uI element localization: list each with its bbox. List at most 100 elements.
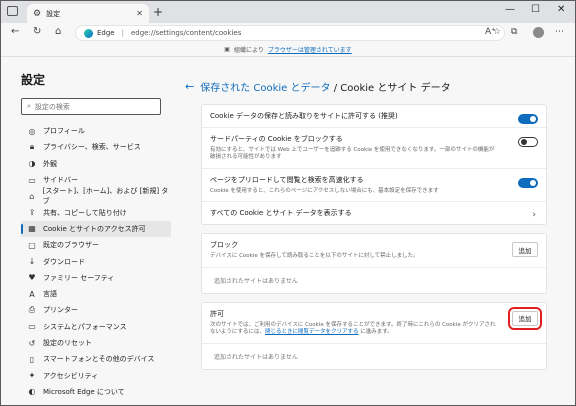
back-arrow-icon[interactable]: ← [185, 80, 194, 93]
sidebar-item-label: システムとパフォーマンス [43, 322, 127, 331]
setting-allow-cookies: Cookie データの保存と読み取りをサイトに許可する (推奨) [202, 105, 546, 128]
settings-sidebar: 設定 ⌕ 設定の検索 ◎ プロフィール 🔒︎ プライバシー、検索、サービス ◑ 外観 … [21, 71, 171, 400]
sidebar-item-reset[interactable]: ↺ 設定のリセット [21, 335, 171, 351]
sidebar-item-privacy[interactable]: 🔒︎ プライバシー、検索、サービス [21, 139, 171, 155]
setting-see-all-cookies[interactable]: すべての Cookie とサイト データを表示する › [202, 202, 546, 224]
sidebar-item-appearance[interactable]: ◑ 外観 [21, 156, 171, 172]
tab-title: 設定 [46, 9, 61, 18]
sidebar-item-label: プライバシー、検索、サービス [43, 143, 141, 152]
sidebar-item-about[interactable]: ◐ Microsoft Edge について [21, 384, 171, 400]
back-icon[interactable]: ← [11, 26, 19, 37]
tab-actions-icon[interactable] [7, 6, 18, 16]
avatar[interactable] [533, 27, 544, 38]
sidebar-item-label: 既定のブラウザー [43, 241, 99, 250]
managed-link[interactable]: ブラウザーは管理されています [268, 45, 352, 54]
breadcrumb-separator: / [330, 83, 341, 94]
address-bar[interactable]: Edge | edge://settings/content/cookies [75, 25, 505, 41]
block-desc: デバイスに Cookie を保存して読み取ることを以下のサイトに対して禁止しまし… [210, 253, 419, 260]
address-brand: Edge [97, 29, 115, 37]
block-empty-text: 追加されたサイトはありません [214, 277, 298, 285]
sidebar-item-start-home[interactable]: ⌂ [スタート]、[ホーム]、および [新規] タブ [21, 187, 171, 206]
setting-desc: 有効にすると、サイトでは Web 上でユーザーを追跡する Cookie を使用で… [210, 147, 495, 161]
managed-prefix: 組織により [233, 47, 264, 54]
sidebar-icon: ▭ [28, 175, 36, 185]
cookie-settings-card: Cookie データの保存と読み取りをサイトに許可する (推奨) サードパーティ… [201, 104, 547, 226]
setting-title: サードパーティの Cookie をブロックする [210, 135, 343, 143]
address-separator: | [121, 29, 124, 37]
sidebar-item-label: ダウンロード [43, 257, 85, 266]
allow-title: 許可 [210, 309, 224, 318]
allow-desc: 次のサイトでは、ご利用のデバイスに Cookie を保存することができます。終了… [210, 322, 538, 337]
allow-cookies-toggle[interactable] [518, 114, 538, 124]
reset-icon: ↺ [28, 338, 36, 348]
setting-preload: ページをプリロードして閲覧と検索を高速化する Cookie を使用すると、これら… [202, 169, 546, 203]
allow-card: 許可 次のサイトでは、ご利用のデバイスに Cookie を保存することができます… [201, 301, 547, 370]
sidebar-item-family[interactable]: ♥ ファミリー セーフティ [21, 270, 171, 286]
setting-block-third-party: サードパーティの Cookie をブロックする 有効にすると、サイトでは Web… [202, 128, 546, 169]
block-third-party-toggle[interactable] [518, 137, 538, 147]
setting-desc: Cookie を使用すると、これらのページにアクセスしない場合にも、基本設定を保… [210, 187, 439, 194]
appearance-icon: ◑ [28, 159, 36, 169]
search-input[interactable]: ⌕ 設定の検索 [21, 98, 161, 115]
sidebar-item-profile[interactable]: ◎ プロフィール [21, 123, 171, 139]
sidebar-item-system[interactable]: ▭ システムとパフォーマンス [21, 319, 171, 335]
sidebar-item-cookies[interactable]: ▦ Cookie とサイトのアクセス許可 [21, 220, 171, 238]
minimize-icon[interactable]: — [505, 4, 515, 15]
download-icon: ↓ [28, 257, 36, 267]
share-icon: ⇪ [28, 208, 36, 218]
allow-header: 許可 次のサイトでは、ご利用のデバイスに Cookie を保存することができます… [202, 303, 546, 344]
browser-window: ⚙ 設定 ✕ + — ☐ ✕ ← ↻ ⌂ Edge | edge://setti… [0, 0, 576, 406]
collections-icon[interactable]: ⧉ [511, 27, 517, 37]
setting-title: すべての Cookie とサイト データを表示する [210, 209, 352, 218]
sidebar-item-label: プロフィール [43, 127, 85, 136]
sidebar-item-default-browser[interactable]: ▢ 既定のブラウザー [21, 237, 171, 253]
sidebar-item-label: ファミリー セーフティ [43, 273, 115, 282]
sidebar-item-printers[interactable]: ⎙ プリンター [21, 302, 171, 318]
block-add-button[interactable]: 追加 [512, 242, 538, 258]
printer-icon: ⎙ [28, 305, 36, 315]
preload-toggle[interactable] [518, 177, 538, 188]
close-window-icon[interactable]: ✕ [557, 4, 565, 15]
block-header: ブロック デバイスに Cookie を保存して読み取ることを以下のサイトに対して… [202, 234, 546, 268]
maximize-icon[interactable]: ☐ [531, 4, 540, 15]
briefcase-icon: ▣ [224, 46, 230, 53]
managed-notice: ▣ 組織により ブラウザーは管理されています [1, 43, 575, 57]
accessibility-icon: ✦ [28, 371, 36, 381]
sidebar-item-label: サイドバー [43, 176, 78, 185]
setting-title: ページをプリロードして閲覧と検索を高速化する [210, 175, 364, 184]
system-icon: ▭ [28, 322, 36, 332]
favorite-icon[interactable]: ☆ [493, 27, 501, 37]
page-title: 設定 [21, 73, 46, 87]
home-icon: ⌂ [29, 191, 35, 201]
sidebar-item-label: [スタート]、[ホーム]、および [新規] タブ [42, 187, 169, 206]
sidebar-item-label: 外観 [43, 159, 57, 168]
allow-empty-text: 追加されたサイトはありません [214, 353, 298, 361]
sidebar-item-share[interactable]: ⇪ 共有、コピーして貼り付け [21, 204, 171, 220]
sidebar-item-label: アクセシビリティ [43, 371, 99, 380]
refresh-icon[interactable]: ↻ [33, 26, 41, 37]
clear-on-close-link[interactable]: 閉じるときに閲覧データをクリアする [265, 329, 359, 335]
language-icon: A [29, 289, 35, 299]
new-tab-button[interactable]: + [153, 5, 163, 19]
breadcrumb-link[interactable]: 保存された Cookie とデータ [200, 83, 330, 94]
sidebar-item-accessibility[interactable]: ✦ アクセシビリティ [21, 367, 171, 383]
close-tab-icon[interactable]: ✕ [136, 9, 143, 18]
address-toolbar: ← ↻ ⌂ Edge | edge://settings/content/coo… [1, 23, 575, 43]
sidebar-item-label: Microsoft Edge について [43, 387, 125, 396]
sidebar-item-languages[interactable]: A 言語 [21, 286, 171, 302]
sidebar-item-label: Cookie とサイトのアクセス許可 [43, 224, 146, 233]
sidebar-item-label: 設定のリセット [43, 339, 92, 347]
sidebar-item-label: プリンター [43, 306, 78, 315]
sidebar-item-phone[interactable]: ▯ スマートフォンとその他のデバイス [21, 351, 171, 367]
sidebar-item-label: スマートフォンとその他のデバイス [43, 355, 155, 364]
search-placeholder: 設定の検索 [34, 102, 70, 111]
more-icon[interactable]: ⋯ [555, 27, 564, 37]
breadcrumb: ← 保存された Cookie とデータ / Cookie とサイト データ [185, 79, 557, 94]
setting-title: Cookie データの保存と読み取りをサイトに許可する (推奨) [210, 112, 398, 120]
sidebar-item-downloads[interactable]: ↓ ダウンロード [21, 253, 171, 269]
allow-add-button[interactable]: 追加 [508, 306, 542, 330]
title-bar: ⚙ 設定 ✕ + — ☐ ✕ [1, 1, 575, 23]
tab-settings[interactable]: ⚙ 設定 ✕ [27, 4, 149, 23]
home-icon[interactable]: ⌂ [55, 26, 61, 37]
chevron-right-icon: › [532, 210, 536, 221]
